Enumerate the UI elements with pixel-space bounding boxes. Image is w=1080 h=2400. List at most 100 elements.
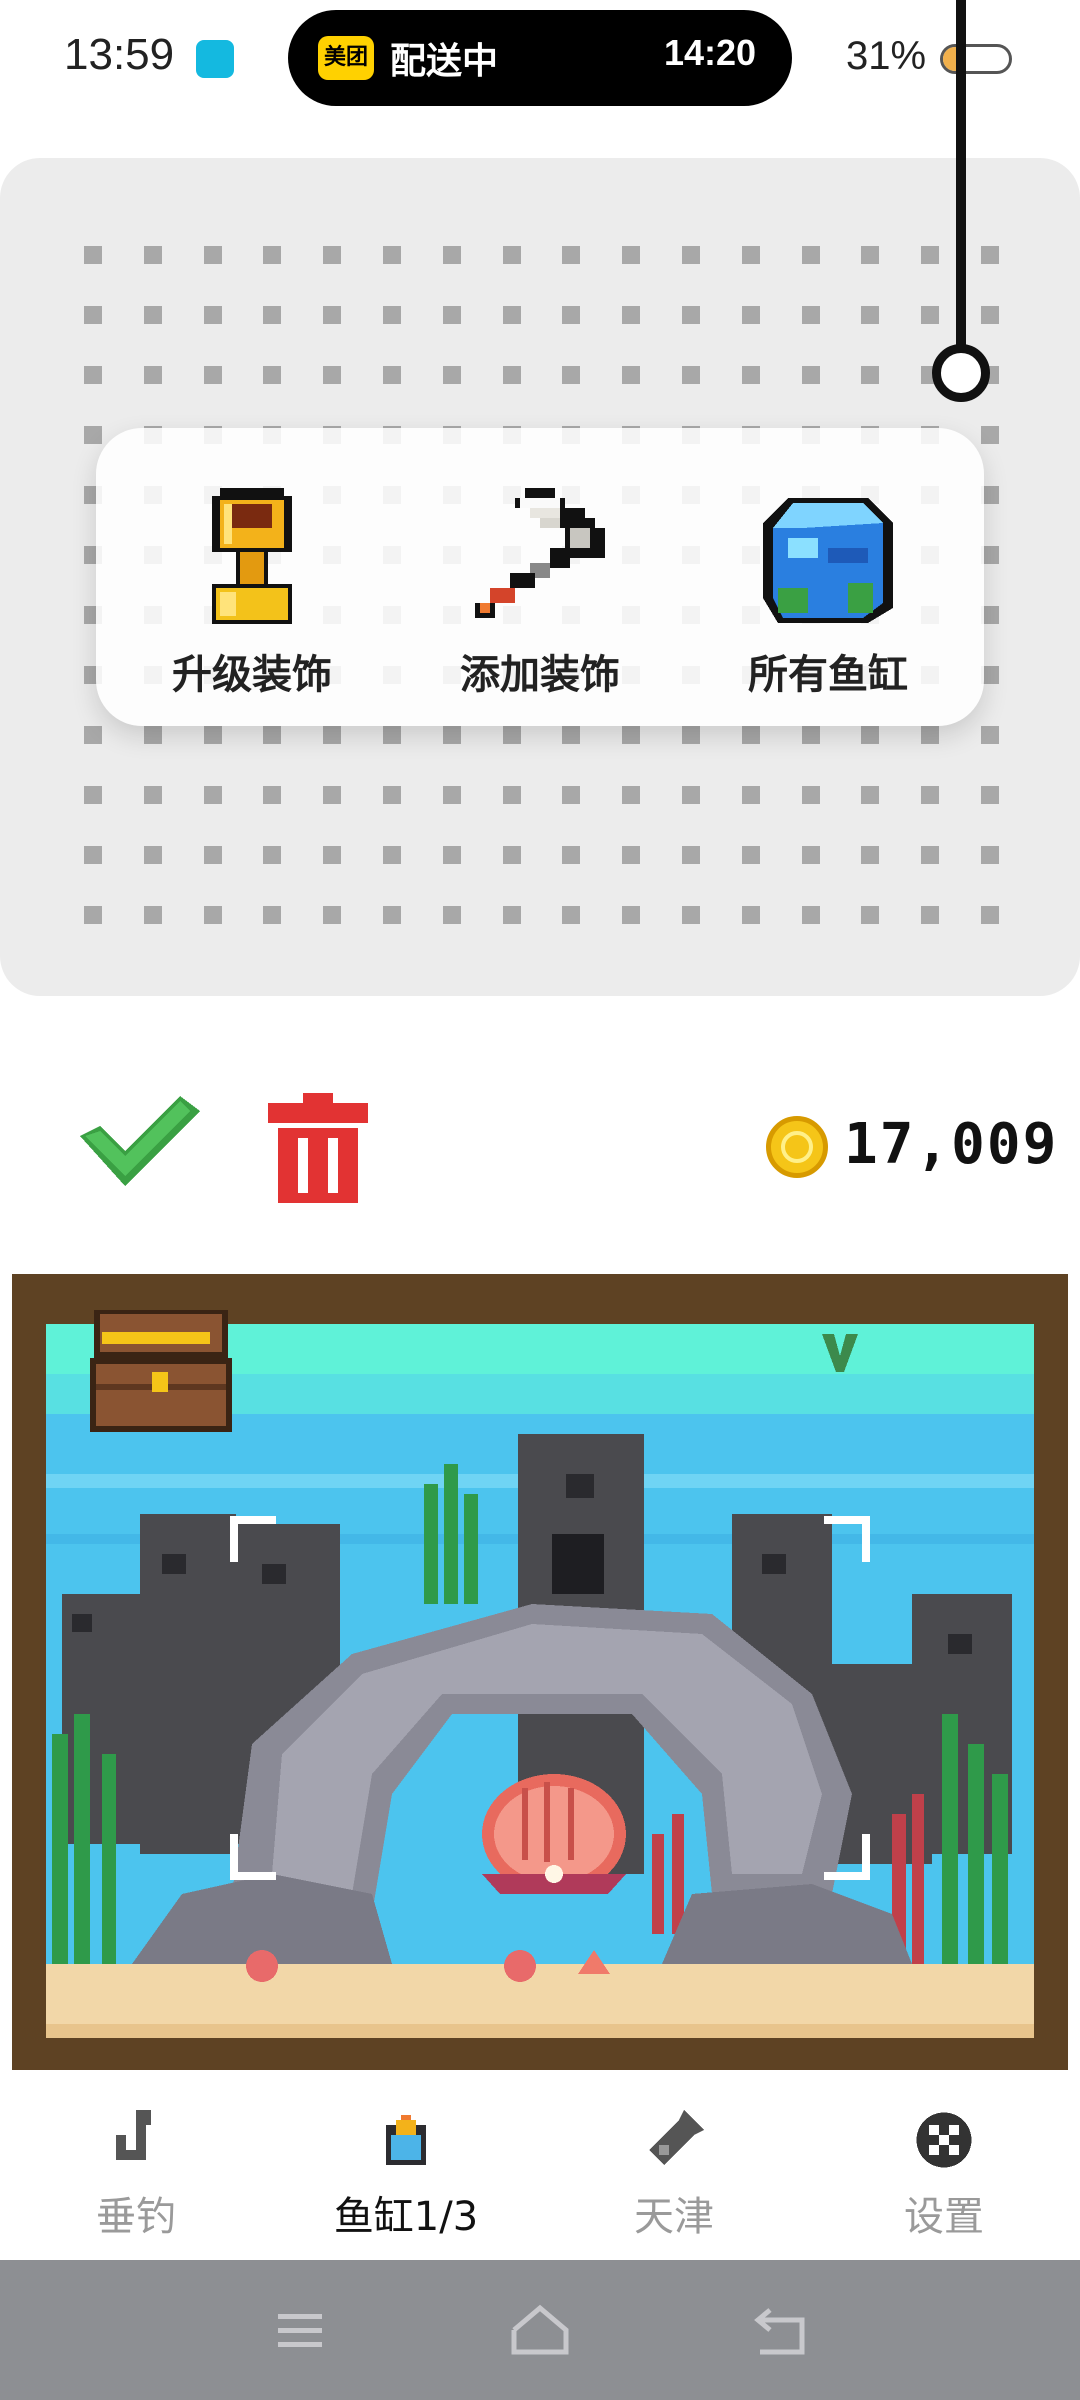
board-dot	[383, 846, 401, 864]
board-dot	[442, 246, 461, 264]
board-dot	[203, 366, 222, 384]
fishbowl-icon	[386, 2115, 426, 2165]
confirm-checkmark-button[interactable]	[80, 1096, 200, 1186]
paint-roller-icon	[475, 488, 605, 618]
board-dot	[442, 846, 461, 864]
board-dot	[562, 726, 581, 744]
board-dot	[622, 246, 641, 264]
delivery-eta: 14:20	[664, 32, 757, 73]
board-dot	[502, 846, 521, 864]
board-dot	[263, 306, 282, 324]
delete-trash-button[interactable]	[268, 1092, 368, 1204]
board-dot	[383, 246, 401, 264]
board-dot	[801, 906, 820, 924]
board-dot	[562, 306, 581, 324]
board-dot	[562, 846, 581, 864]
board-dot	[323, 846, 342, 864]
tab-aquarium[interactable]: 鱼缸1/3	[296, 2110, 516, 2260]
board-dot	[84, 246, 102, 264]
status-time: 13:59	[64, 30, 175, 79]
board-dot	[861, 726, 880, 744]
board-dot	[263, 366, 282, 384]
clam-shell[interactable]	[482, 1774, 626, 1894]
tab-label: 天津	[634, 2194, 714, 2240]
decoration-menu: 升级装饰 添加装饰 所有鱼缸	[96, 428, 984, 726]
board-dot	[84, 726, 102, 744]
board-dot	[502, 366, 521, 384]
back-icon[interactable]	[730, 2300, 830, 2360]
board-dot	[143, 726, 162, 744]
menu-item-label: 所有鱼缸	[748, 652, 908, 698]
board-dot	[741, 846, 760, 864]
board-dot	[323, 786, 342, 804]
board-dot	[981, 786, 999, 804]
board-dot	[981, 906, 999, 924]
board-dot	[323, 306, 342, 324]
board-dot	[741, 366, 760, 384]
board-dot	[622, 726, 641, 744]
board-dot	[203, 846, 222, 864]
board-dot	[981, 306, 999, 324]
upgrade-decoration-button[interactable]: 升级装饰	[122, 472, 382, 698]
tab-settings[interactable]: 设置	[834, 2110, 1054, 2260]
board-dot	[203, 726, 222, 744]
aquarium-scene[interactable]	[12, 1274, 1068, 2070]
board-dot	[143, 786, 162, 804]
board-dot	[562, 906, 581, 924]
board-dot	[383, 726, 401, 744]
all-tanks-button[interactable]: 所有鱼缸	[698, 472, 958, 698]
board-dot	[502, 786, 521, 804]
board-dot	[143, 366, 162, 384]
pull-ring-handle[interactable]	[932, 344, 990, 402]
status-bar: 13:59 美团 配送中 14:20 31%	[0, 0, 1080, 120]
board-dot	[203, 306, 222, 324]
menu-icon[interactable]	[250, 2300, 350, 2360]
board-dot	[981, 426, 999, 444]
board-dot	[741, 786, 760, 804]
board-dot	[921, 846, 940, 864]
board-dot	[921, 726, 940, 744]
golden-trophy-icon	[212, 488, 292, 624]
board-dot	[921, 246, 940, 264]
hanging-string	[956, 0, 966, 350]
board-dot	[442, 366, 461, 384]
seashell[interactable]	[246, 1950, 278, 1982]
board-dot	[921, 906, 940, 924]
bottle-icon	[649, 2110, 704, 2165]
board-dot	[442, 906, 461, 924]
board-dot	[203, 246, 222, 264]
board-dot	[801, 366, 820, 384]
home-icon[interactable]	[490, 2300, 590, 2360]
board-dot	[84, 426, 102, 444]
board-dot	[143, 246, 162, 264]
board-dot	[801, 726, 820, 744]
menu-item-label: 添加装饰	[460, 652, 620, 698]
board-dot	[263, 906, 282, 924]
board-dot	[861, 786, 880, 804]
battery-icon	[940, 44, 1012, 74]
board-dot	[622, 306, 641, 324]
tab-fishing[interactable]: 垂钓	[26, 2110, 246, 2260]
board-dot	[502, 726, 521, 744]
board-dot	[801, 846, 820, 864]
board-dot	[383, 906, 401, 924]
board-dot	[323, 366, 342, 384]
treasure-chest[interactable]	[90, 1310, 232, 1432]
board-dot	[861, 846, 880, 864]
board-dot	[263, 726, 282, 744]
seashell[interactable]	[504, 1950, 536, 1982]
board-dot	[383, 366, 401, 384]
add-decoration-button[interactable]: 添加装饰	[410, 472, 670, 698]
tab-tianjin[interactable]: 天津	[564, 2110, 784, 2260]
board-dot	[682, 306, 700, 324]
board-dot	[921, 786, 940, 804]
board-dot	[682, 366, 700, 384]
board-dot	[263, 846, 282, 864]
settings-ball-icon	[916, 2112, 972, 2168]
board-dot	[502, 906, 521, 924]
board-dot	[323, 906, 342, 924]
board-dot	[861, 246, 880, 264]
board-dot	[682, 786, 700, 804]
app-notification-icon	[196, 40, 234, 78]
board-dot	[323, 246, 342, 264]
